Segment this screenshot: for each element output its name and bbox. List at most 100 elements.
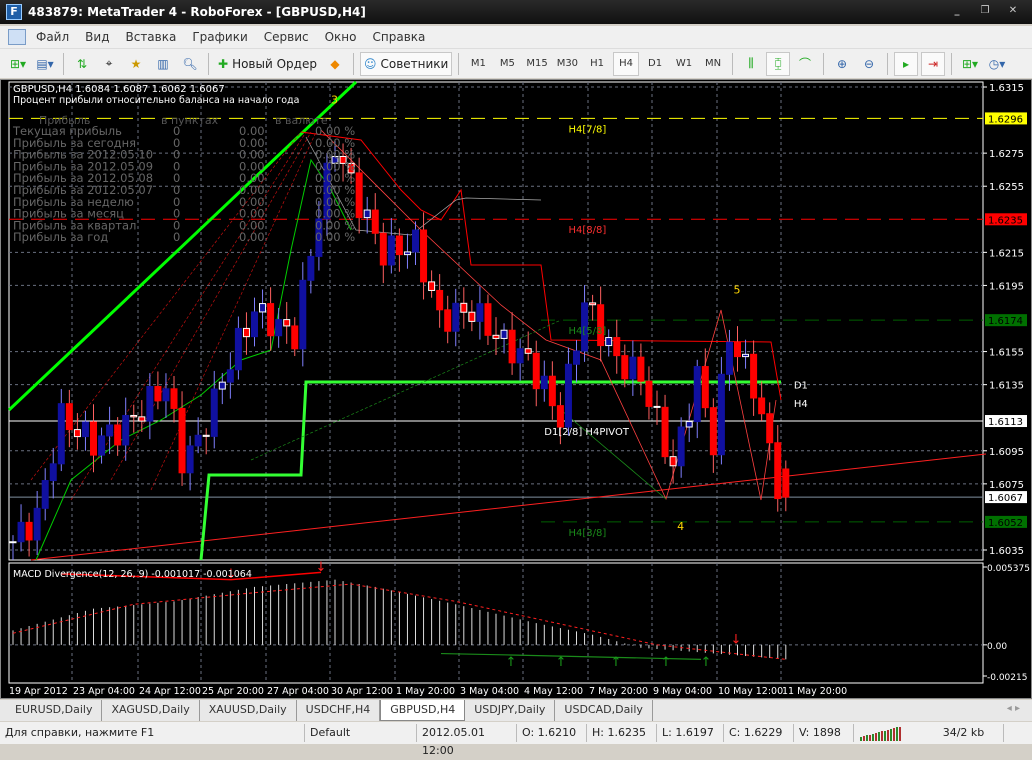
candle-body: [267, 303, 275, 337]
timeframe-m5[interactable]: M5: [494, 52, 520, 76]
time-tick-label: 4 May 12:00: [524, 686, 583, 697]
level-label: H4: [794, 399, 808, 410]
close-button[interactable]: ✕: [1000, 3, 1026, 19]
menu-file[interactable]: Файл: [28, 30, 77, 44]
candle-body: [766, 413, 774, 444]
timeframe-d1[interactable]: D1: [642, 52, 668, 76]
chart-tab[interactable]: USDCAD,Daily: [555, 700, 653, 721]
candle-body: [371, 209, 379, 234]
zoom-out-icon[interactable]: ⊖: [857, 52, 881, 76]
menu-help[interactable]: Справка: [365, 30, 434, 44]
candle-body: [186, 445, 194, 474]
price-level-tag-label: 1.6174: [988, 316, 1023, 327]
chart-window[interactable]: 1.6315 1.6275 1.6255 1.6215 1.6195 1.6155 1.61…: [0, 79, 1032, 699]
candle-body: [57, 403, 65, 465]
level-label: H4[8/8]: [568, 225, 606, 236]
navigator-icon[interactable]: ★: [124, 52, 148, 76]
timeframe-mn[interactable]: MN: [700, 52, 726, 76]
periods-icon[interactable]: ◷▾: [985, 52, 1009, 76]
candle-body: [226, 369, 234, 383]
level-label: D1[2/8] H4PIVOT: [544, 427, 630, 438]
indicators-icon[interactable]: ⊞▾: [958, 52, 982, 76]
price-tick-label: 1.6035: [989, 546, 1024, 557]
time-tick-label: 11 May 20:00: [782, 686, 847, 697]
candle-body: [645, 380, 653, 407]
buy-arrow-icon: ↑: [661, 655, 672, 670]
chart-tab[interactable]: USDCHF,H4: [297, 700, 381, 721]
experts-button[interactable]: ☺ Советники: [359, 51, 453, 76]
timeframe-m30[interactable]: M30: [554, 52, 581, 76]
minimize-button[interactable]: _: [944, 3, 970, 19]
strategy-tester-icon[interactable]: 🔍︎: [178, 52, 202, 76]
new-order-button[interactable]: ✚ Новый Ордер: [215, 52, 320, 76]
title-bar: F 483879: MetaTrader 4 - RoboForex - [GB…: [0, 0, 1032, 24]
price-tick-label: 1.6095: [989, 447, 1024, 458]
candle-body: [750, 353, 758, 399]
time-tick-label: 19 Apr 2012: [9, 686, 68, 697]
price-chart[interactable]: 1.6315 1.6275 1.6255 1.6215 1.6195 1.6155 1.61…: [1, 80, 1031, 698]
macd-tick-label: -0.00215: [987, 673, 1027, 683]
candle-body: [701, 366, 709, 409]
timeframe-h1[interactable]: H1: [584, 52, 610, 76]
tab-scroll-arrows-icon[interactable]: ◂ ▸: [1007, 703, 1020, 714]
time-tick-label: 3 May 04:00: [460, 686, 519, 697]
timeframe-m15[interactable]: M15: [523, 52, 550, 76]
profiles-icon[interactable]: ▤▾: [33, 52, 57, 76]
menu-tools[interactable]: Сервис: [256, 30, 317, 44]
candlestick-icon[interactable]: ⧮: [766, 51, 791, 76]
terminal-icon[interactable]: ▥: [151, 52, 175, 76]
timeframe-h4[interactable]: H4: [613, 51, 640, 76]
candle-body: [49, 463, 57, 482]
menu-window[interactable]: Окно: [317, 30, 365, 44]
alert-icon[interactable]: ◆: [323, 52, 347, 76]
chart-tab[interactable]: EURUSD,Daily: [6, 700, 103, 721]
auto-scroll-icon[interactable]: ▸: [894, 51, 919, 76]
candle-body: [476, 303, 484, 322]
candle-body: [573, 350, 580, 365]
candle-body: [420, 229, 428, 283]
candle-body: [758, 397, 766, 415]
bar-chart-icon[interactable]: ⫼: [739, 52, 763, 76]
chart-shift-icon[interactable]: ⇥: [921, 51, 946, 76]
profit-table-cell: 0.00 %: [315, 230, 355, 244]
candle-body: [65, 403, 73, 431]
candle-body: [548, 375, 556, 407]
level-label: H4[3/8]: [568, 528, 606, 539]
chart-tab[interactable]: XAGUSD,Daily: [102, 700, 200, 721]
time-tick-label: 24 Apr 12:00: [139, 686, 201, 697]
chart-tab[interactable]: GBPUSD,H4: [380, 700, 466, 721]
line-chart-icon[interactable]: ⌒: [793, 52, 817, 76]
candle-body: [379, 232, 387, 266]
candle-body: [251, 311, 258, 338]
candle-body: [25, 521, 33, 541]
candle-body: [613, 337, 621, 357]
market-watch-icon[interactable]: ⇅: [70, 52, 94, 76]
timeframe-w1[interactable]: W1: [671, 52, 697, 76]
menu-insert[interactable]: Вставка: [117, 30, 184, 44]
menu-charts[interactable]: Графики: [184, 30, 255, 44]
candle-body: [621, 355, 629, 380]
chart-tab[interactable]: USDJPY,Daily: [465, 700, 556, 721]
candle-body: [653, 405, 661, 408]
maximize-button[interactable]: ❐: [972, 3, 998, 19]
candle-body: [363, 209, 371, 219]
timeframe-m1[interactable]: M1: [465, 52, 491, 76]
price-tick-label: 1.6075: [989, 480, 1024, 491]
new-chart-icon[interactable]: ⊞▾: [6, 52, 30, 76]
sell-arrow-icon: ↓: [731, 632, 742, 647]
new-order-label: Новый Ордер: [232, 56, 317, 71]
price-tick-label: 1.6195: [989, 281, 1024, 292]
zoom-in-icon[interactable]: ⊕: [830, 52, 854, 76]
candle-body: [291, 325, 299, 350]
menu-bar: Файл Вид Вставка Графики Сервис Окно Спр…: [0, 26, 1032, 48]
candle-body: [130, 414, 138, 418]
wave-line: [560, 409, 667, 500]
chart-window-icon[interactable]: [8, 29, 26, 45]
crosshair-icon[interactable]: ⌖: [97, 52, 121, 76]
candle-body: [661, 406, 669, 458]
menu-view[interactable]: Вид: [77, 30, 117, 44]
candle-body: [717, 373, 725, 456]
candle-body: [685, 421, 693, 428]
wave-label: 3: [331, 94, 338, 107]
chart-tab[interactable]: XAUUSD,Daily: [200, 700, 297, 721]
